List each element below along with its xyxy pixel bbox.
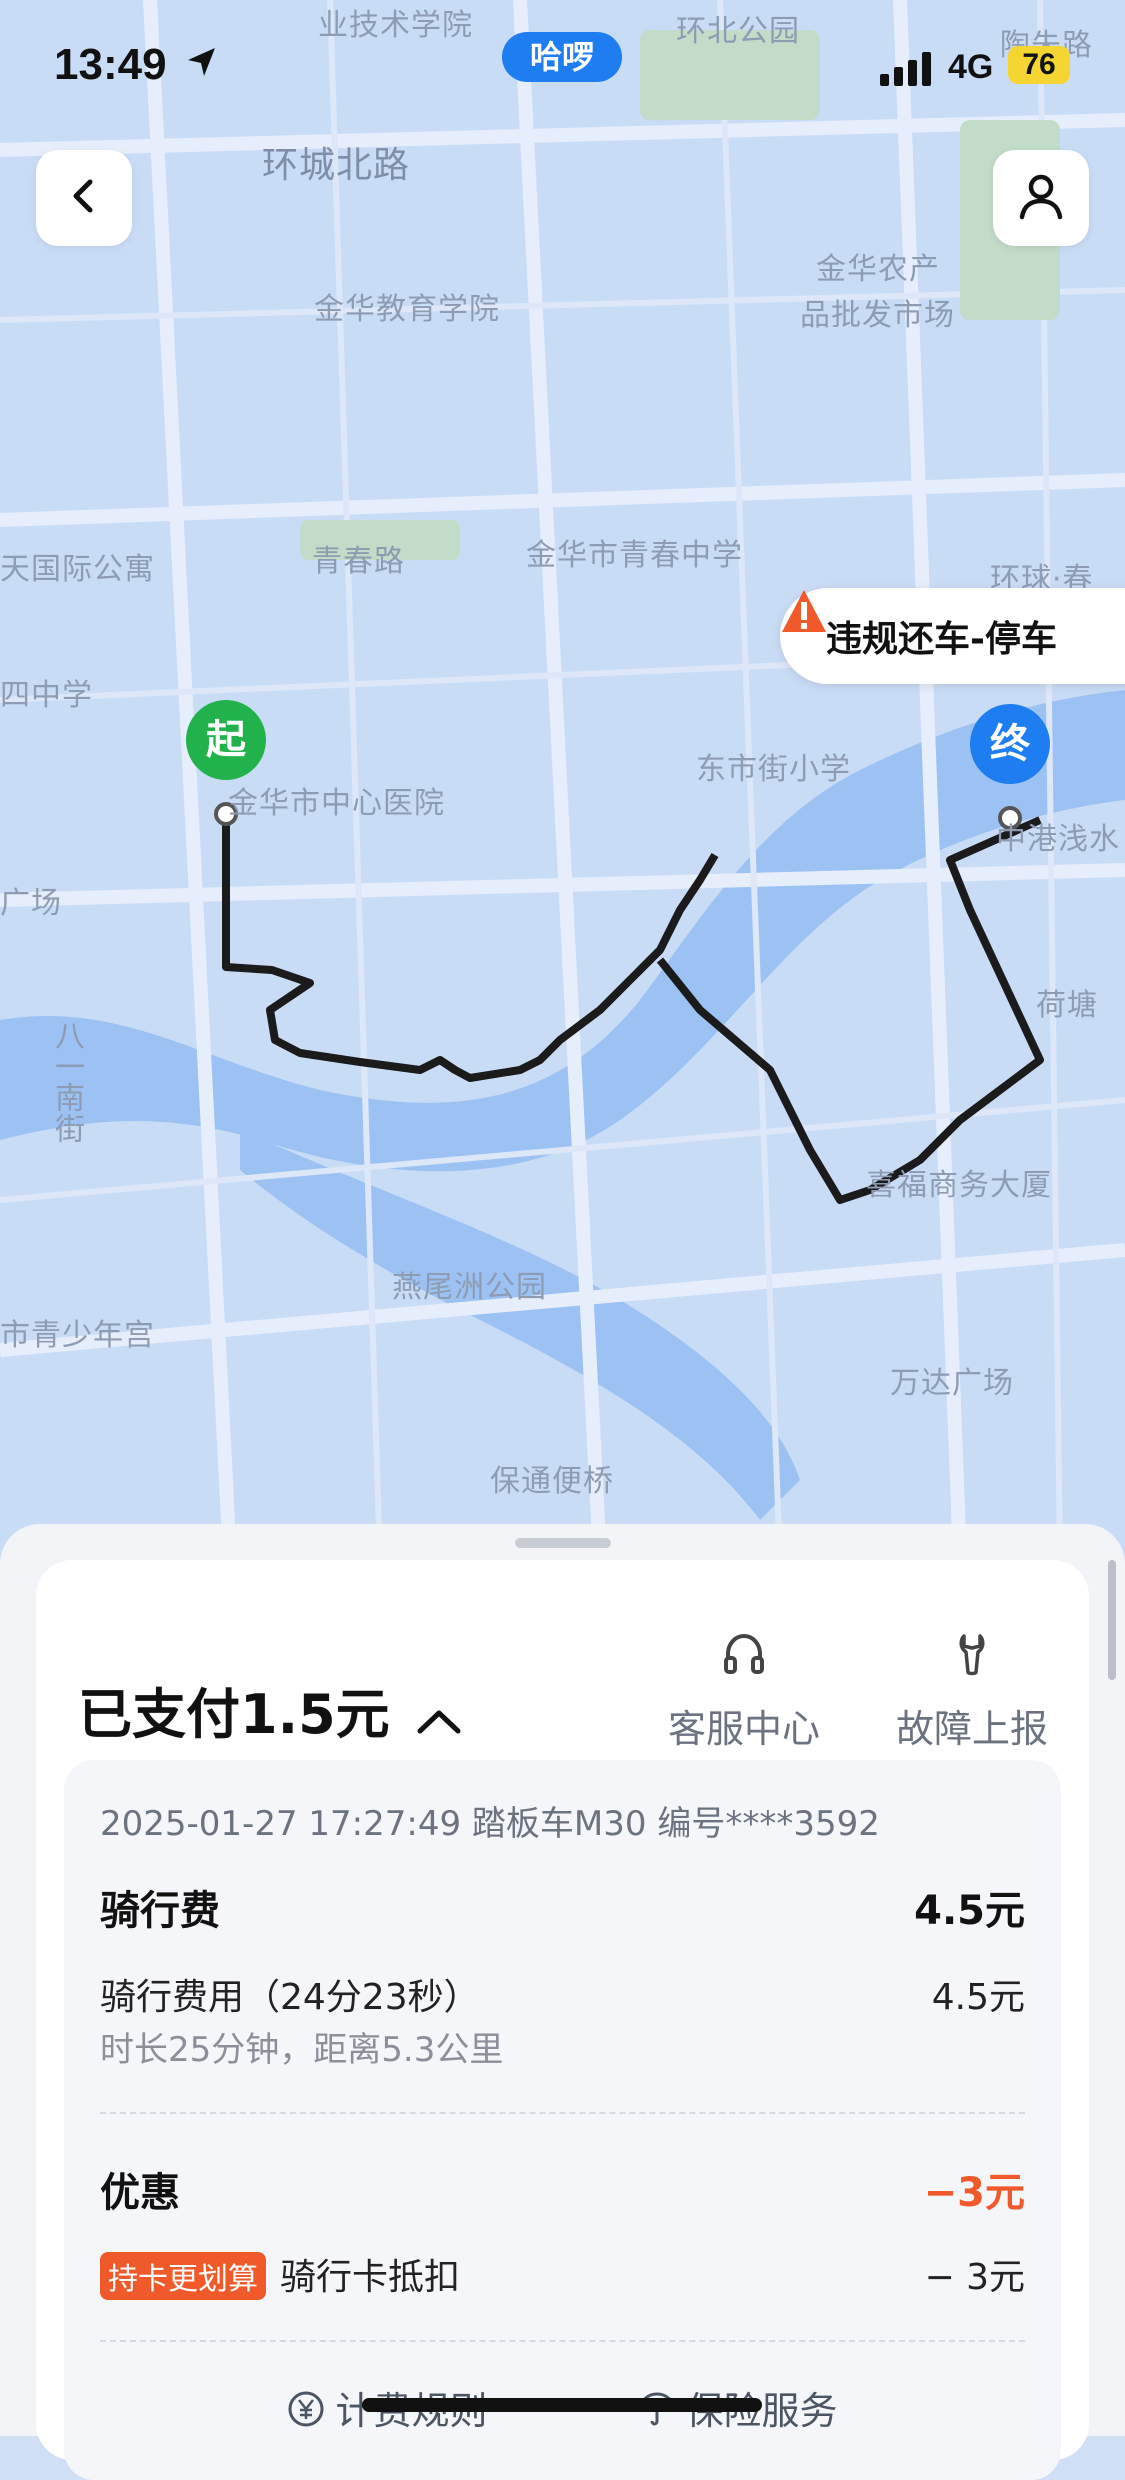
discount-item-row: 持卡更划算 骑行卡抵扣 − 3元 — [100, 2248, 1025, 2300]
status-bar: 13:49 哈啰 4G 76 — [0, 0, 1125, 140]
report-fault-label: 故障上报 — [895, 1707, 1048, 1751]
back-button[interactable] — [36, 150, 132, 246]
drag-handle[interactable] — [515, 1538, 611, 1548]
map-canvas — [0, 0, 1125, 1560]
ride-stats-row: 时长25分钟，距离5.3公里 — [100, 2022, 1025, 2071]
map-label: 四中学 — [0, 678, 93, 713]
customer-service-label: 客服中心 — [667, 1707, 820, 1751]
paid-summary[interactable]: 已支付1.5元 — [78, 1670, 462, 1750]
ride-fee-row: 骑行费 4.5元 — [100, 1878, 1025, 1936]
divider — [100, 2112, 1025, 2114]
home-indicator[interactable] — [362, 2398, 762, 2412]
discount-item: 骑行卡抵扣 — [280, 2257, 461, 2298]
scrollbar[interactable] — [1108, 1560, 1116, 1680]
map-label: 保通便桥 — [490, 1464, 614, 1499]
profile-button[interactable] — [993, 150, 1089, 246]
user-icon — [1016, 171, 1066, 225]
start-pin: 起 — [186, 700, 266, 780]
map-label: 青春路 — [312, 544, 405, 579]
map-label: 万达广场 — [890, 1366, 1014, 1401]
status-time: 13:49 — [54, 40, 219, 90]
route-map[interactable]: 业技术学院 环北公园 陶朱路 环城北路 金华农产 品批发市场 金华教育学院 天国… — [0, 0, 1125, 1560]
map-label: 环城北路 — [262, 145, 411, 186]
ride-meta: 2025-01-27 17:27:49 踏板车M30 编号****3592 — [100, 1804, 880, 1844]
battery-indicator: 76 — [1008, 46, 1070, 84]
bottom-sheet[interactable]: 已支付1.5元 客服中心 故障上报 2025-01-27 17:27:49 踏板… — [0, 1524, 1125, 2480]
end-pin: 终 — [970, 704, 1050, 784]
map-label: 市青少年宫 — [0, 1318, 155, 1353]
ride-stats: 时长25分钟，距离5.3公里 — [100, 2030, 504, 2070]
map-label: 荷塘 — [1036, 988, 1098, 1023]
discount-row: 优惠 −3元 — [100, 2160, 1025, 2218]
ride-fee-item-value: 4.5元 — [931, 1977, 1025, 2018]
ride-fee-title: 骑行费 — [100, 1888, 220, 1934]
customer-service-button[interactable]: 客服中心 — [654, 1630, 834, 1753]
map-label: 金华教育学院 — [314, 292, 500, 327]
app-pill[interactable]: 哈啰 — [502, 32, 622, 82]
map-label: 金华市中心医院 — [228, 786, 445, 821]
signal-icon — [880, 52, 936, 90]
discount-badge: 持卡更划算 — [100, 2252, 266, 2300]
map-label: 品批发市场 — [800, 298, 955, 333]
report-fault-button[interactable]: 故障上报 — [882, 1630, 1062, 1753]
payment-card: 已支付1.5元 客服中心 故障上报 2025-01-27 17:27:49 踏板… — [36, 1560, 1089, 2480]
ride-fee-item-row: 骑行费用（24分23秒） 4.5元 — [100, 1968, 1025, 2020]
headset-icon — [720, 1633, 768, 1682]
yen-circle-icon — [287, 2390, 325, 2437]
map-label: 金华市青春中学 — [526, 538, 743, 573]
ride-fee-total: 4.5元 — [914, 1888, 1025, 1934]
map-label: 八一南街 — [49, 1020, 84, 1144]
map-label: 天国际公寓 — [0, 552, 155, 587]
violation-warning[interactable]: 违规还车-停车 — [780, 588, 1125, 684]
map-label: 燕尾洲公园 — [392, 1270, 547, 1305]
discount-title: 优惠 — [100, 2170, 180, 2216]
fee-detail: 2025-01-27 17:27:49 踏板车M30 编号****3592 骑行… — [64, 1760, 1061, 2480]
map-label: 中港浅水 — [996, 822, 1120, 857]
warning-text: 违规还车-停车 — [826, 619, 1057, 660]
network-type: 4G — [948, 48, 994, 86]
wrench-icon — [948, 1634, 996, 1682]
location-arrow-icon — [185, 40, 219, 90]
ride-fee-item: 骑行费用（24分23秒） — [100, 1977, 480, 2018]
divider — [100, 2340, 1025, 2342]
chevron-left-icon — [64, 176, 104, 220]
discount-item-value: − 3元 — [924, 2257, 1025, 2298]
map-label: 广场 — [0, 886, 62, 921]
discount-total: −3元 — [923, 2170, 1025, 2216]
map-label: 东市街小学 — [696, 752, 851, 787]
map-label: 金华农产 — [816, 252, 940, 287]
chevron-up-icon — [416, 1687, 462, 1750]
map-label: 喜福商务大厦 — [866, 1168, 1052, 1203]
